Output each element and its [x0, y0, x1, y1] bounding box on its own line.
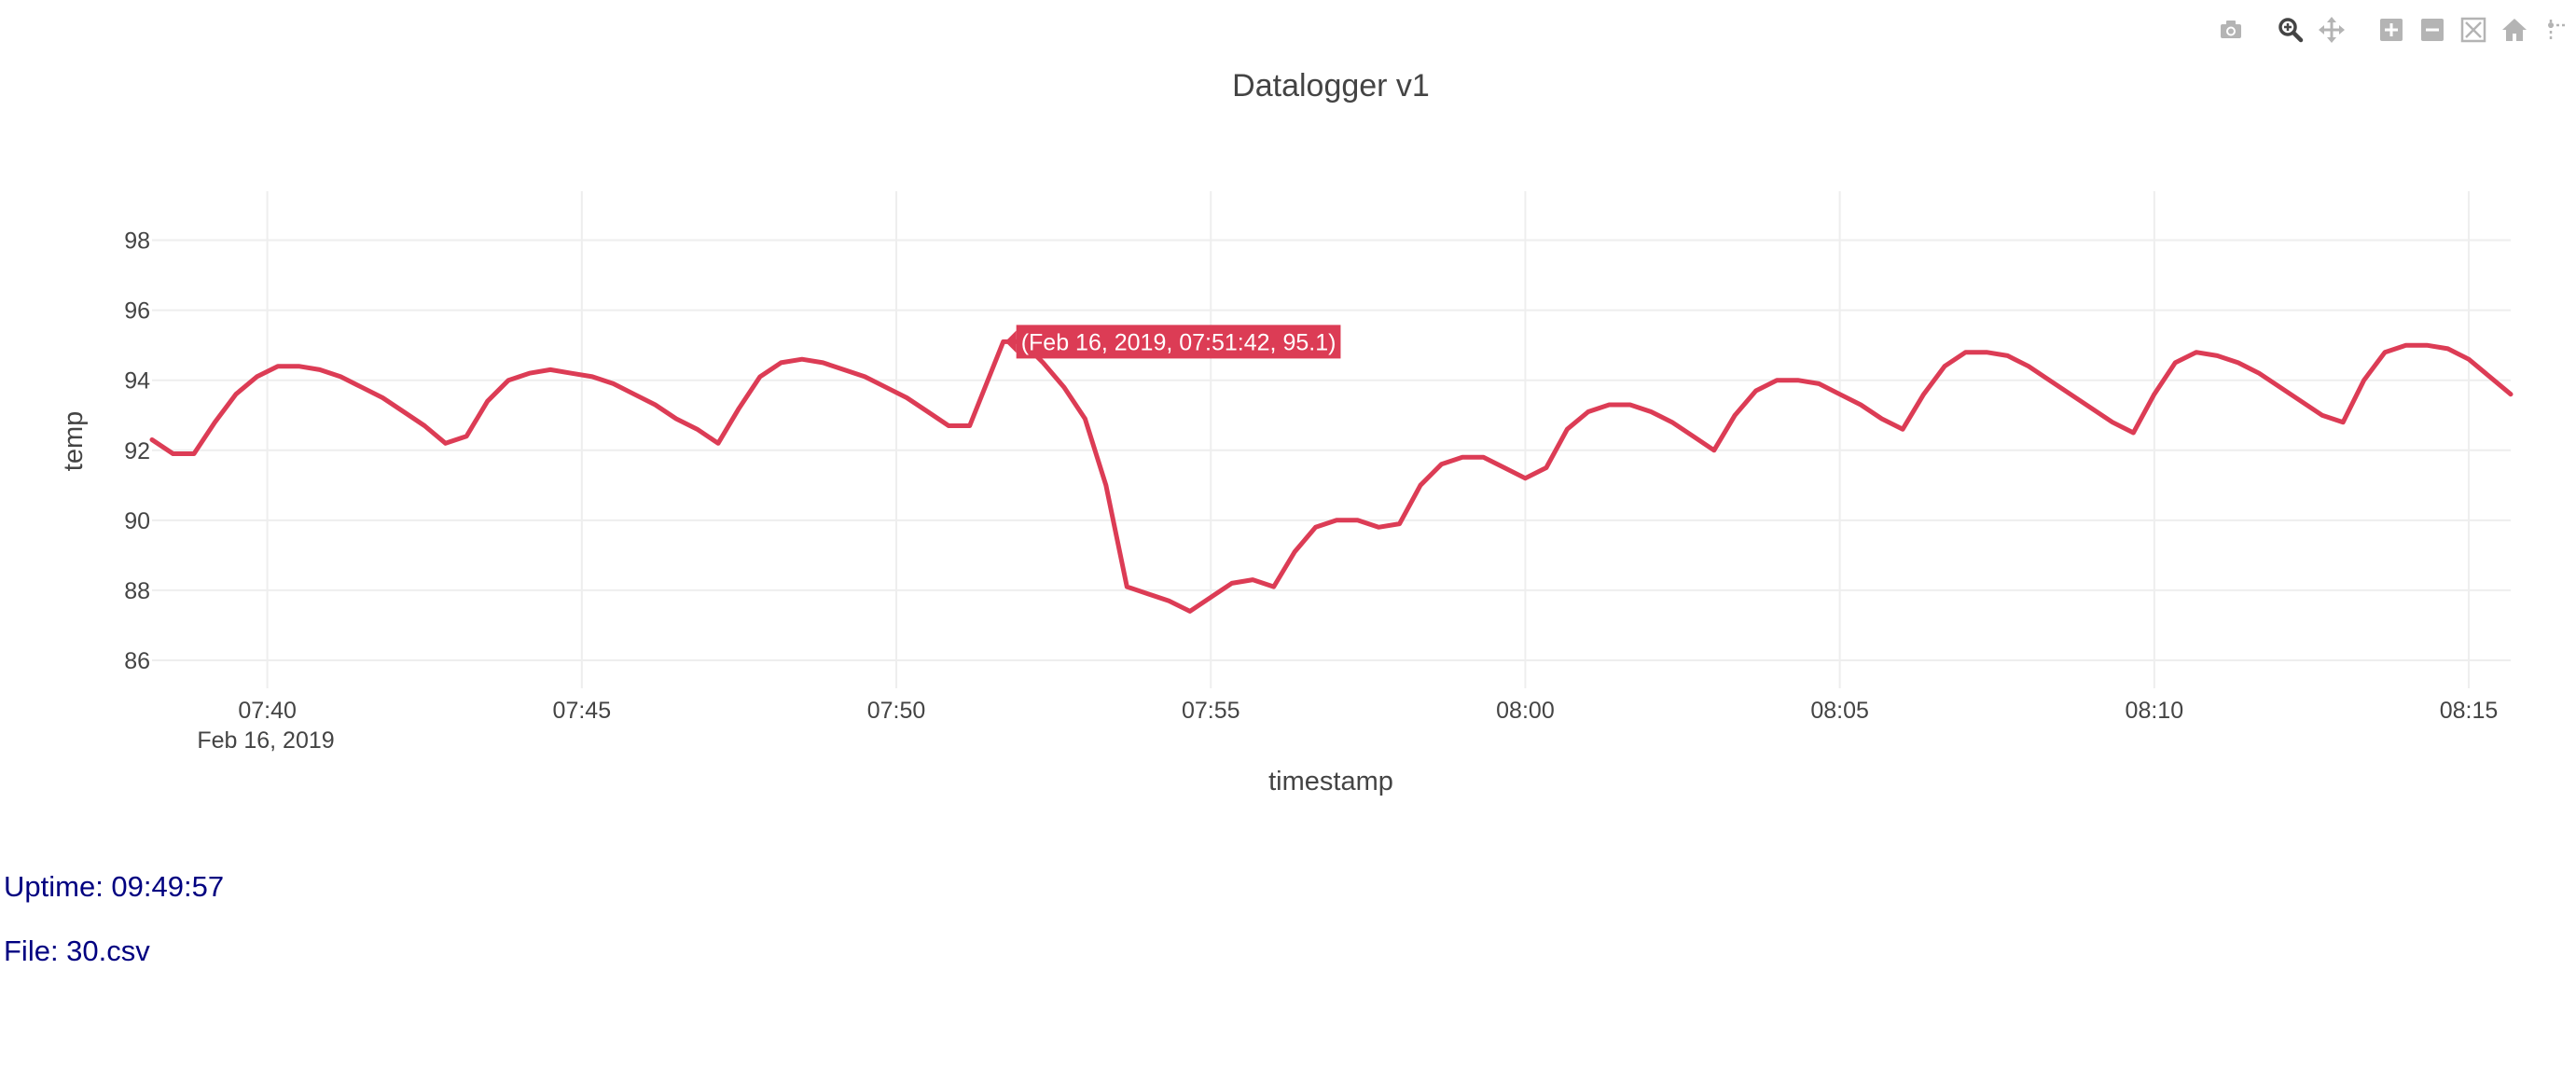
gridlines: [152, 191, 2511, 688]
uptime-text: Uptime: 09:49:57: [4, 870, 225, 903]
autoscale-icon: [2460, 17, 2486, 43]
chart-title: Datalogger v1: [1232, 68, 1430, 104]
x-tick-label: 07:40: [238, 698, 297, 724]
series-group[interactable]: [149, 339, 2514, 614]
line-chart[interactable]: Datalogger v1 (Feb 16, 2019, 07:51:42, 9…: [0, 0, 2576, 1080]
modebar: [2210, 11, 2576, 48]
x-tick-label: 08:05: [1810, 698, 1869, 724]
zoom-button[interactable]: [2270, 11, 2311, 48]
y-tick-label: 94: [124, 368, 150, 395]
zoom-in-button[interactable]: [2371, 11, 2412, 48]
y-axis-label: temp: [59, 411, 89, 471]
x-tick-label: 08:00: [1496, 698, 1555, 724]
camera-icon: [2221, 21, 2241, 38]
x-axis-label: timestamp: [1268, 767, 1393, 796]
file-text: File: 30.csv: [4, 935, 150, 967]
zoom-icon: [2278, 18, 2304, 43]
x-axis-ticks: 07:40 07:45 07:50 07:55 08:00 08:05 08:10 08:15: [238, 698, 2498, 724]
tooltip-pointer: [1004, 330, 1017, 353]
camera-button[interactable]: [2210, 11, 2251, 48]
home-icon: [2502, 19, 2527, 41]
plot-area[interactable]: (Feb 16, 2019, 07:51:42, 95.1): [149, 191, 2514, 688]
zoom-in-icon: [2380, 19, 2403, 41]
zoom-out-button[interactable]: [2412, 11, 2453, 48]
y-axis-ticks: 86 88 90 92 94 96 98: [124, 228, 150, 674]
x-axis-date-label: Feb 16, 2019: [197, 727, 334, 754]
y-tick-label: 92: [124, 438, 150, 464]
home-button[interactable]: [2494, 11, 2535, 48]
x-tick-label: 07:55: [1182, 698, 1240, 724]
y-tick-label: 98: [124, 228, 150, 255]
y-tick-label: 96: [124, 298, 150, 325]
spike-lines-button[interactable]: [2535, 11, 2576, 48]
x-tick-label: 08:10: [2126, 698, 2184, 724]
y-tick-label: 88: [124, 578, 150, 604]
tooltip-text: (Feb 16, 2019, 07:51:42, 95.1): [1021, 329, 1336, 355]
pan-button[interactable]: [2311, 11, 2352, 48]
autoscale-button[interactable]: [2453, 11, 2494, 48]
x-tick-label: 07:45: [553, 698, 612, 724]
pan-icon: [2319, 17, 2345, 43]
y-tick-label: 90: [124, 508, 150, 534]
series-line[interactable]: [149, 339, 2514, 614]
x-tick-label: 07:50: [867, 698, 926, 724]
zoom-out-icon: [2421, 19, 2444, 41]
y-tick-label: 86: [124, 648, 150, 674]
hover-tooltip: (Feb 16, 2019, 07:51:42, 95.1): [1004, 325, 1341, 359]
x-tick-label: 08:15: [2440, 698, 2499, 724]
spike-lines-icon: [2548, 20, 2566, 40]
